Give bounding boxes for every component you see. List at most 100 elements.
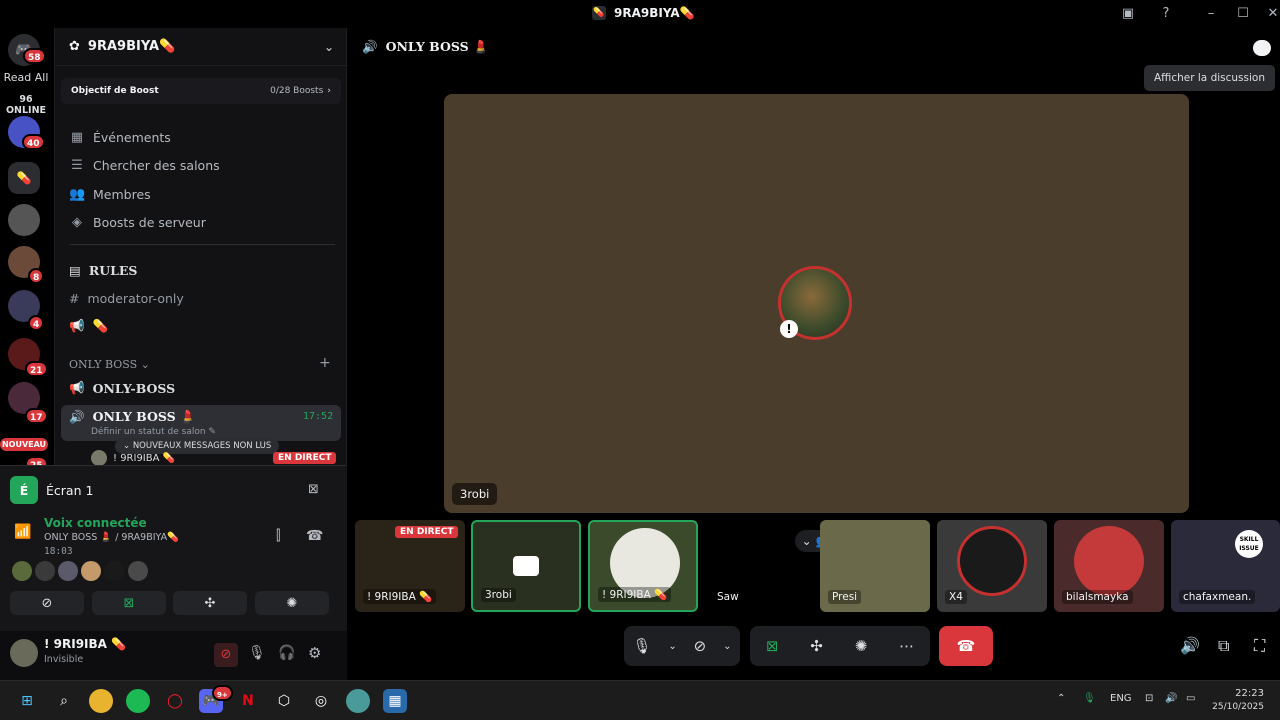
channel-only-boss-text[interactable]: 📢 ONLY-BOSS — [69, 377, 175, 399]
windows-taskbar: ⊞ ⌕ ◯ 🎮 9+ N ⬡ ◎ ▦ ⌃ 🎙 ENG ⊡ 🔊 ▭ 22:23 2… — [0, 680, 1280, 720]
app-icon[interactable]: ◎ — [309, 689, 333, 713]
maximize-button[interactable]: ☐ — [1232, 4, 1254, 24]
clock-time[interactable]: 22:23 — [1224, 688, 1264, 699]
guild-header[interactable]: ✿ 9RA9BIYA💊 ⌄ — [55, 28, 348, 66]
soundboard-button[interactable]: ✺ — [255, 591, 329, 615]
channel-rules[interactable]: ▤ RULES — [69, 259, 137, 281]
close-button[interactable]: ✕ — [1262, 4, 1280, 24]
microphone-icon[interactable]: 🎙 — [1083, 693, 1096, 704]
participant-tile[interactable]: 3robi — [471, 520, 581, 612]
server-badge: 8 — [28, 268, 45, 284]
popout-icon[interactable]: ⧉ — [1218, 636, 1229, 656]
avatar[interactable] — [81, 561, 101, 581]
user-name[interactable]: ! 9RI9IBA 💊 — [44, 637, 126, 651]
add-channel-icon[interactable]: + — [319, 355, 331, 371]
user-panel: ! 9RI9IBA 💊 Invisible ⊘ 🎙 🎧 ⚙ — [0, 631, 347, 681]
minimize-button[interactable]: – — [1200, 4, 1222, 24]
camera-off-icon[interactable]: ⊘ — [214, 643, 238, 667]
volume-icon[interactable]: 🔊 — [1180, 636, 1200, 655]
stop-share-icon[interactable]: ⊠ — [308, 482, 319, 497]
screen-share-button[interactable]: ⊠ — [92, 591, 166, 615]
hang-up-icon: ☎ — [956, 637, 976, 655]
nav-browse-channels[interactable]: ☰ Chercher des salons — [69, 154, 220, 176]
camera-off-icon[interactable]: ⊘ — [694, 637, 707, 655]
voice-connected[interactable]: Voix connectée — [44, 516, 147, 530]
live-badge: EN DIRECT — [395, 526, 459, 538]
battery-icon[interactable]: ▭ — [1186, 693, 1195, 704]
app-icon[interactable]: ⬡ — [272, 689, 296, 713]
microphone-icon[interactable]: 🎙 — [632, 637, 651, 655]
avatar[interactable] — [128, 561, 148, 581]
avatar[interactable] — [58, 561, 78, 581]
headphones-icon[interactable]: 🎧 — [278, 645, 295, 661]
avatar[interactable] — [12, 561, 32, 581]
chat-toggle-icon[interactable] — [1253, 40, 1271, 56]
camera-icon — [513, 556, 539, 576]
microphone-icon[interactable]: 🎙 — [248, 645, 266, 661]
read-all-link[interactable]: Read All — [0, 71, 52, 84]
nav-members[interactable]: 👥 Membres — [69, 183, 151, 205]
app-icon[interactable] — [346, 689, 370, 713]
chevron-down-icon[interactable]: ⌄ — [723, 641, 731, 652]
channel-label: RULES — [88, 262, 138, 278]
participant-strip: EN DIRECT ! 9RI9IBA 💊 3robi ! 9RI9IBA 💊 … — [355, 520, 1280, 614]
boost-goal[interactable]: Objectif de Boost 0/28 Boosts › — [61, 78, 341, 104]
disconnect-icon[interactable]: ☎ — [306, 528, 323, 544]
nouveau-label[interactable]: NOUVEAU — [0, 438, 48, 451]
nav-events[interactable]: ▦ Événements — [69, 126, 171, 148]
participant-tile[interactable]: X4 — [937, 520, 1047, 612]
noise-suppression-icon[interactable]: ⫿ — [276, 528, 280, 544]
voice-channel-only-boss[interactable]: 🔊 ONLY BOSS 💄 — [69, 406, 196, 428]
participant-tile[interactable]: SKILL ISSUE chafaxmean. — [1171, 520, 1280, 612]
participant-name: Saw — [717, 591, 739, 603]
participant-tile[interactable]: bilalsmayka — [1054, 520, 1164, 612]
participant-tile[interactable]: ! 9RI9IBA 💊 — [588, 520, 698, 612]
disconnect-button[interactable]: ☎ — [939, 626, 993, 666]
start-icon[interactable]: ⊞ — [15, 689, 39, 713]
channel-moderator-only[interactable]: # moderator-only — [69, 287, 184, 309]
channel-label: moderator-only — [87, 290, 184, 306]
netflix-icon[interactable]: N — [236, 689, 260, 713]
help-icon[interactable]: ? — [1155, 4, 1177, 24]
inbox-icon[interactable]: ▣ — [1117, 4, 1139, 24]
voice-timer: 17:52 — [303, 411, 334, 422]
server-icon[interactable] — [8, 204, 40, 236]
participant-tile[interactable]: Presi — [820, 520, 930, 612]
network-icon[interactable]: ⊡ — [1145, 693, 1153, 704]
category-only-boss[interactable]: ONLY BOSS ⌄ — [69, 358, 150, 371]
avatar[interactable] — [104, 561, 124, 581]
focused-stream[interactable]: ! 3robi — [444, 94, 1189, 513]
camera-off-button[interactable]: ⊘ — [10, 591, 84, 615]
activities-icon[interactable]: ✣ — [810, 637, 823, 655]
opera-icon[interactable]: ◯ — [163, 689, 187, 713]
chrome-icon[interactable] — [89, 689, 113, 713]
language-indicator[interactable]: ENG — [1110, 693, 1132, 704]
nav-label: Chercher des salons — [93, 157, 220, 173]
search-icon[interactable]: ⌕ — [52, 689, 76, 713]
screen-share-icon[interactable]: ⊠ — [766, 637, 779, 655]
clock-date[interactable]: 25/10/2025 — [1204, 702, 1264, 712]
nav-server-boosts[interactable]: ◈ Boosts de serveur — [69, 211, 206, 233]
voice-user-live[interactable]: ! 9RI9IBA 💊 — [91, 450, 175, 466]
calculator-icon[interactable]: ▦ — [383, 689, 407, 713]
screen-share-row[interactable]: É Écran 1 — [10, 476, 93, 504]
chevron-up-icon[interactable]: ⌃ — [1057, 693, 1065, 704]
soundboard-icon[interactable]: ✺ — [855, 637, 868, 655]
pill-icon: 💊 — [592, 6, 606, 20]
volume-icon[interactable]: 🔊 — [1165, 693, 1177, 704]
participant-name: ! 9RI9IBA 💊 — [363, 589, 437, 604]
more-icon[interactable]: ⋯ — [899, 637, 914, 655]
avatar[interactable] — [35, 561, 55, 581]
spotify-icon[interactable] — [126, 689, 150, 713]
server-pill-icon[interactable]: 💊 — [8, 162, 40, 194]
channel-status[interactable]: Définir un statut de salon ✎ — [91, 427, 216, 437]
activities-button[interactable]: ✣ — [173, 591, 247, 615]
channel-pill[interactable]: 📢 💊 — [69, 315, 108, 337]
rules-icon: ▤ — [69, 262, 81, 278]
participant-tile[interactable]: EN DIRECT ! 9RI9IBA 💊 — [355, 520, 465, 612]
settings-gear-icon[interactable]: ⚙ — [308, 644, 321, 662]
avatar[interactable] — [10, 639, 38, 667]
fullscreen-icon[interactable]: ⛶ — [1254, 636, 1265, 656]
skill-issue-badge: SKILL ISSUE — [1235, 530, 1263, 558]
chevron-down-icon[interactable]: ⌄ — [668, 641, 676, 652]
